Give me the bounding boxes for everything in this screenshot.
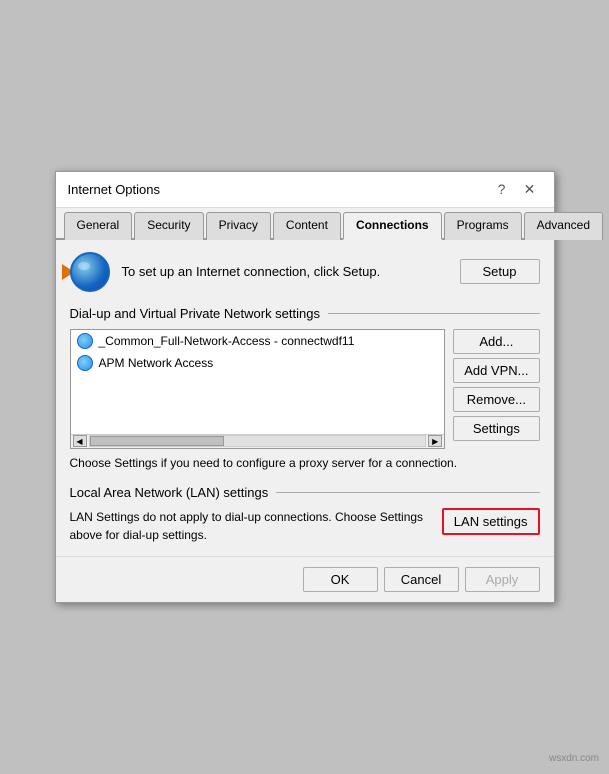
vpn-section-title: Dial-up and Virtual Private Network sett… (70, 306, 321, 321)
scroll-right-btn[interactable]: ▶ (428, 435, 442, 447)
scroll-left-btn[interactable]: ◀ (73, 435, 87, 447)
lan-section-header: Local Area Network (LAN) settings (70, 485, 540, 500)
tab-general[interactable]: General (64, 212, 133, 240)
add-vpn-button[interactable]: Add VPN... (453, 358, 539, 383)
remove-button[interactable]: Remove... (453, 387, 539, 412)
settings-button[interactable]: Settings (453, 416, 539, 441)
help-button[interactable]: ? (490, 177, 514, 201)
apply-button[interactable]: Apply (465, 567, 540, 592)
setup-button[interactable]: Setup (460, 259, 540, 284)
tab-security[interactable]: Security (134, 212, 203, 240)
vpn-buttons: Add... Add VPN... Remove... Settings (453, 329, 539, 449)
vpn-list-container: _Common_Full-Network-Access - connectwdf… (70, 329, 446, 449)
lan-section-title: Local Area Network (LAN) settings (70, 485, 269, 500)
lan-description: LAN Settings do not apply to dial-up con… (70, 508, 432, 544)
lan-section-line (276, 492, 539, 493)
setup-globe-icon (70, 252, 110, 292)
close-button[interactable]: ✕ (518, 177, 542, 201)
internet-options-dialog: Internet Options ? ✕ General Security Pr… (55, 171, 555, 604)
vpn-item-1[interactable]: _Common_Full-Network-Access - connectwdf… (71, 330, 445, 352)
tab-advanced[interactable]: Advanced (524, 212, 603, 240)
vpn-list[interactable]: _Common_Full-Network-Access - connectwdf… (71, 330, 445, 434)
tab-programs[interactable]: Programs (444, 212, 522, 240)
globe-icon (70, 252, 110, 292)
title-bar: Internet Options ? ✕ (56, 172, 554, 208)
lan-section: Local Area Network (LAN) settings LAN Se… (70, 485, 540, 544)
tabs-bar: General Security Privacy Content Connect… (56, 208, 554, 240)
add-button[interactable]: Add... (453, 329, 539, 354)
vpn-section-header: Dial-up and Virtual Private Network sett… (70, 306, 540, 321)
title-controls: ? ✕ (490, 177, 542, 201)
vpn-item-1-icon (77, 333, 93, 349)
vpn-item-2[interactable]: APM Network Access (71, 352, 445, 374)
vpn-scrollbar: ◀ ▶ (71, 434, 445, 448)
vpn-item-2-icon (77, 355, 93, 371)
tab-connections[interactable]: Connections (343, 212, 442, 240)
ok-button[interactable]: OK (303, 567, 378, 592)
content-area: To set up an Internet connection, click … (56, 240, 554, 557)
bottom-bar: OK Cancel Apply (56, 556, 554, 602)
scroll-thumb (90, 436, 224, 446)
vpn-area: _Common_Full-Network-Access - connectwdf… (70, 329, 540, 449)
lan-settings-button[interactable]: LAN settings (442, 508, 540, 535)
vpn-choose-text: Choose Settings if you need to configure… (70, 455, 540, 472)
lan-content: LAN Settings do not apply to dial-up con… (70, 508, 540, 544)
cancel-button[interactable]: Cancel (384, 567, 459, 592)
setup-section: To set up an Internet connection, click … (70, 252, 540, 292)
dialog-title: Internet Options (68, 182, 161, 197)
vpn-item-1-label: _Common_Full-Network-Access - connectwdf… (99, 334, 355, 348)
setup-description: To set up an Internet connection, click … (122, 263, 448, 281)
tab-privacy[interactable]: Privacy (206, 212, 271, 240)
title-bar-left: Internet Options (68, 182, 161, 197)
watermark: wsxdn.com (549, 753, 599, 764)
tab-content[interactable]: Content (273, 212, 341, 240)
scroll-track (89, 435, 427, 447)
vpn-section-line (328, 313, 540, 314)
vpn-item-2-label: APM Network Access (99, 356, 214, 370)
